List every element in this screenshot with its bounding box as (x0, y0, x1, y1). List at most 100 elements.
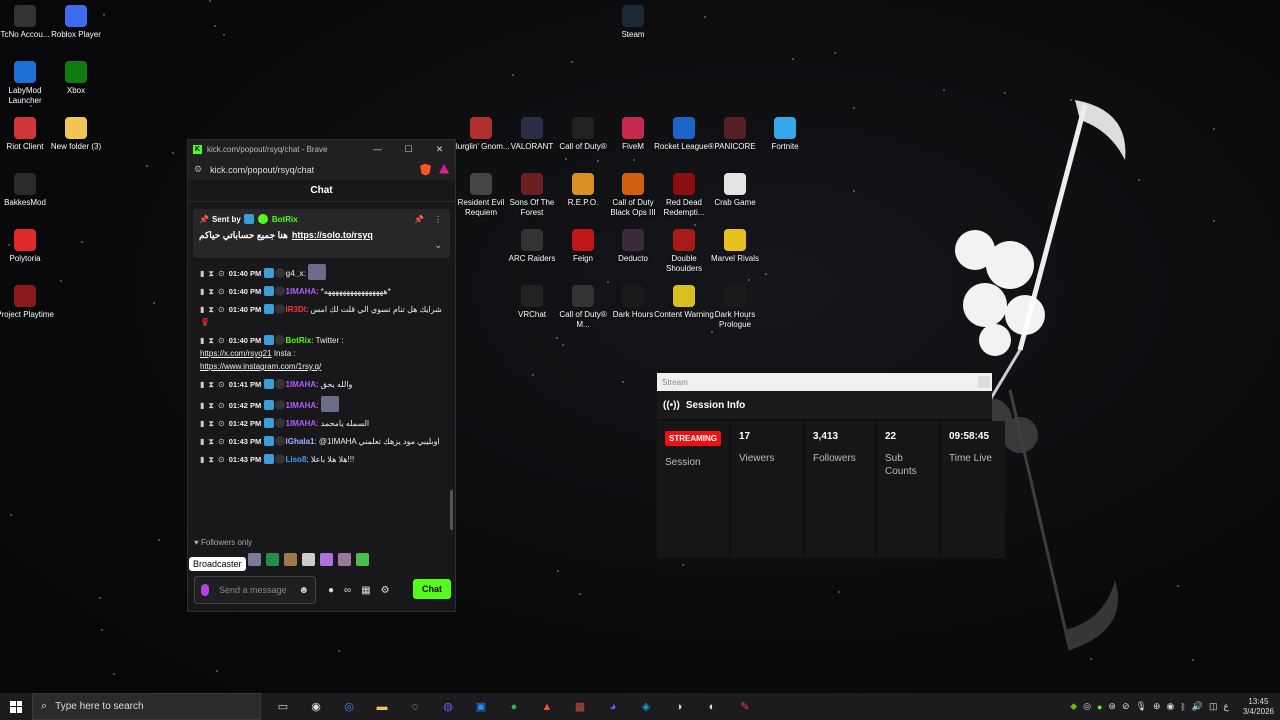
bluetooth-icon[interactable]: ᛒ (1180, 702, 1185, 712)
brave-rewards-icon[interactable] (439, 163, 449, 174)
brave-icon[interactable]: ▲ (537, 698, 557, 716)
browser-window-icon[interactable]: ▣ (471, 698, 491, 716)
address-bar[interactable]: ⚙ kick.com/popout/rsyq/chat (188, 159, 455, 180)
chat-username[interactable]: Liso8 (286, 455, 307, 464)
language-indicator[interactable]: ع (1223, 701, 1228, 712)
chat-message[interactable]: ▮⧗⊙01:41 PM 1IMAHA: والله بحق (188, 378, 450, 391)
mod-tools-icon[interactable]: ▮⧗⊙ (200, 401, 229, 410)
steam-icon[interactable]: ◈ (636, 698, 656, 716)
unpin-icon[interactable]: 📌 (414, 215, 424, 224)
message-input[interactable]: Send a message ☻ (194, 576, 316, 604)
chat-message[interactable]: ▮⧗⊙01:40 PM lR3Dl: شرايك هل تنام تسوي ال… (188, 303, 450, 329)
mod-tools-icon[interactable]: ▮⧗⊙ (200, 419, 229, 428)
volume-icon[interactable]: 🔊 (1192, 701, 1203, 712)
tray-app-icon[interactable]: ⊕ (1153, 701, 1161, 712)
chat-username[interactable]: 1IMAHA (286, 419, 317, 428)
chat-username[interactable]: 1IMAHA (286, 401, 317, 410)
chat-username[interactable]: 1IMAHA (286, 287, 317, 296)
emote-icon[interactable] (356, 553, 369, 566)
desktop-shortcut[interactable]: Marvel Rivals (705, 229, 765, 264)
start-button[interactable] (0, 700, 32, 713)
steam-tray-icon[interactable]: ◉ (1166, 701, 1174, 712)
stream-window-titlebar[interactable]: Stream (657, 373, 992, 391)
infinity-icon[interactable]: ∞ (344, 585, 351, 596)
emote-icon[interactable] (338, 553, 351, 566)
maximize-button[interactable]: ☐ (393, 144, 424, 155)
chat-message[interactable]: ▮⧗⊙01:40 PM 1IMAHA: *ههههههههههههههههه* (188, 285, 450, 298)
chat-message[interactable]: ▮⧗⊙01:43 PM Liso8: هلا هلا باعلا!!! (188, 453, 450, 466)
tray-app-icon[interactable]: ● (1097, 702, 1102, 712)
circle-app-icon[interactable]: ◐ (702, 698, 722, 716)
more-options-icon[interactable]: ⋮ (434, 215, 442, 224)
task-view-icon[interactable]: ▭ (273, 698, 293, 716)
mod-tools-icon[interactable]: ▮⧗⊙ (200, 336, 229, 345)
points-icon[interactable]: ● (328, 585, 334, 596)
mod-tools-icon[interactable]: ▮⧗⊙ (200, 437, 229, 446)
brave-shield-icon[interactable] (420, 163, 431, 176)
chat-username[interactable]: lR3Dl (286, 305, 306, 314)
message-link[interactable]: https://x.com/rsyq21 (200, 349, 272, 358)
nvidia-icon[interactable]: ◆ (1070, 701, 1077, 712)
chevron-down-icon[interactable]: ⌄ (434, 240, 442, 251)
system-tray[interactable]: ◆ ◎ ● ⊛ ⊘ 🎙 ⊕ ◉ ᛒ 🔊 ◫ ع 13:45 3/4/2026 (1070, 693, 1274, 720)
mic-icon[interactable] (201, 584, 209, 596)
desktop-shortcut[interactable]: Fortnite (755, 117, 815, 152)
epic-icon[interactable]: ◑ (669, 698, 689, 716)
chat-username[interactable]: lGhala1 (286, 437, 315, 446)
browser-titlebar[interactable]: K kick.com/popout/rsyq/chat - Brave — ☐ … (188, 140, 455, 159)
chat-message[interactable]: ▮⧗⊙01:43 PM lGhala1: @1IMAHA اوبليبي مود… (188, 435, 450, 448)
desktop-shortcut[interactable]: Crab Game (705, 173, 765, 208)
chat-username[interactable]: 1IMAHA (286, 380, 317, 389)
steam-app-icon[interactable]: ◌ (405, 698, 425, 716)
chat-messages[interactable]: ▮⧗⊙01:40 PM g4_x: ▮⧗⊙01:40 PM 1IMAHA: *ه… (188, 264, 450, 471)
desktop-shortcut[interactable]: New folder (3) (46, 117, 106, 152)
emote-icon[interactable] (308, 264, 327, 280)
chat-message[interactable]: ▮⧗⊙01:40 PM BotRix: Twitter : https://x.… (188, 334, 450, 373)
close-button[interactable]: ✕ (424, 144, 455, 155)
mod-tools-icon[interactable]: ▮⧗⊙ (200, 305, 229, 314)
chat-send-button[interactable]: Chat (413, 579, 451, 599)
desktop-shortcut[interactable]: Steam (603, 5, 663, 40)
file-explorer-icon[interactable]: ▬ (372, 698, 392, 716)
desktop-shortcut[interactable]: Roblox Player (46, 5, 106, 40)
desktop-shortcut[interactable]: BakkesMod (0, 173, 55, 208)
stream-session-window[interactable]: Stream ((•)) Session Info STREAMING Sess… (657, 373, 1005, 560)
chat-username[interactable]: g4_x (286, 269, 304, 278)
emoji-icon[interactable]: ☻ (298, 585, 309, 596)
emote-icon[interactable] (284, 553, 297, 566)
desktop-shortcut[interactable]: Dark Hours Prologue (705, 285, 765, 330)
discord-icon[interactable]: ◕ (603, 698, 623, 716)
desktop-shortcut[interactable]: Polytoria (0, 229, 55, 264)
discord-canary-icon[interactable]: ◍ (438, 698, 458, 716)
window-control[interactable] (978, 376, 990, 388)
pinned-message[interactable]: 📌 Sent by BotRix 📌 ⋮ هنا جميع حساباتي حي… (193, 209, 450, 258)
network-icon[interactable]: ◫ (1209, 701, 1218, 712)
microphone-icon[interactable]: 🎙 (1136, 701, 1147, 712)
chat-message[interactable]: ▮⧗⊙01:42 PM 1IMAHA: السمله يامحمد (188, 417, 450, 430)
brave-chat-popout-window[interactable]: K kick.com/popout/rsyq/chat - Brave — ☐ … (187, 139, 456, 612)
emote-icon[interactable] (302, 553, 315, 566)
emote-icon[interactable] (266, 553, 279, 566)
chrome-icon[interactable]: ◎ (339, 698, 359, 716)
tray-app-icon[interactable]: ◎ (1083, 701, 1091, 712)
tray-app-icon[interactable]: ⊛ (1108, 701, 1116, 712)
chat-message[interactable]: ▮⧗⊙01:40 PM g4_x: (188, 264, 450, 280)
pinned-link[interactable]: https://solo.to/rsyq (292, 230, 373, 241)
tray-app-icon[interactable]: ⊘ (1122, 701, 1130, 712)
mod-tools-icon[interactable]: ▮⧗⊙ (200, 269, 229, 278)
desktop-shortcut[interactable]: Xbox (46, 61, 106, 96)
url-text[interactable]: kick.com/popout/rsyq/chat (210, 165, 314, 175)
chat-message[interactable]: ▮⧗⊙01:42 PM 1IMAHA: (188, 396, 450, 412)
capcut-icon[interactable]: ✎ (735, 698, 755, 716)
taskbar-search[interactable]: ⌕ Type here to search (32, 693, 261, 720)
obs-icon[interactable]: ◉ (306, 698, 326, 716)
pinned-sender[interactable]: BotRix (272, 215, 298, 224)
message-link[interactable]: https://www.instagram.com/1rsy.q/ (200, 362, 321, 371)
mod-tools-icon[interactable]: ▮⧗⊙ (200, 380, 229, 389)
site-settings-icon[interactable]: ⚙ (194, 164, 202, 175)
chat-scrollbar[interactable] (450, 490, 453, 530)
mod-tools-icon[interactable]: ▮⧗⊙ (200, 287, 229, 296)
settings-icon[interactable]: ⚙ (381, 585, 390, 596)
mod-tools-icon[interactable]: ▮⧗⊙ (200, 455, 229, 464)
desktop-shortcut[interactable]: Project Playtime (0, 285, 55, 320)
